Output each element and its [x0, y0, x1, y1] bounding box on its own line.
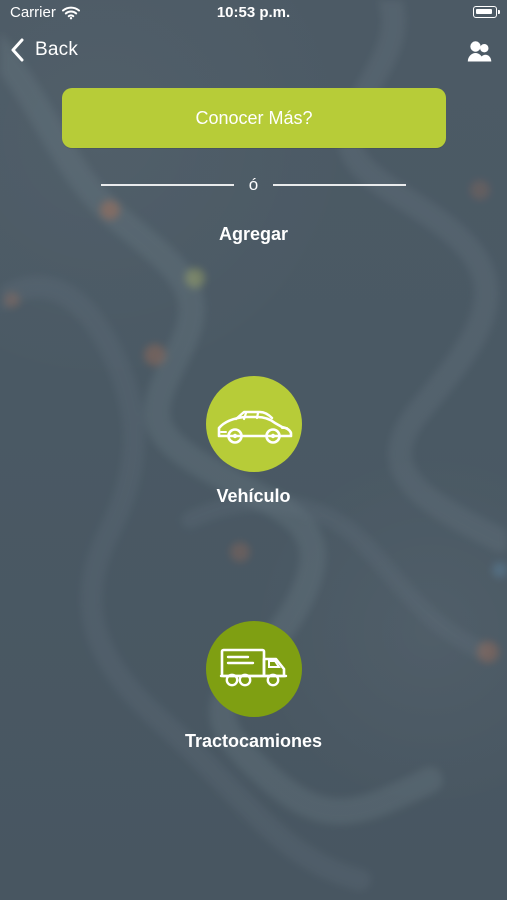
add-label: Agregar: [218, 224, 289, 244]
status-bar: Carrier 10:53 p.m.: [0, 0, 507, 28]
learn-more-button[interactable]: Conocer Más?: [62, 88, 446, 148]
divider-right: [273, 184, 406, 186]
battery-icon: [473, 6, 500, 18]
users-icon: [467, 41, 492, 62]
vehicle-button[interactable]: [205, 376, 302, 472]
back-button[interactable]: Back: [10, 38, 78, 62]
car-icon: [217, 410, 292, 444]
back-label: Back: [35, 39, 79, 60]
chevron-left-icon: [11, 38, 24, 62]
learn-more-label: Conocer Más?: [195, 107, 313, 128]
vehicle-option[interactable]: Vehículo: [0, 376, 507, 507]
truck-option[interactable]: Tractocamiones: [0, 621, 507, 752]
vehicle-label[interactable]: Vehículo: [0, 486, 507, 507]
divider-row: ó: [101, 175, 406, 195]
status-time: 10:53 p.m.: [216, 4, 291, 21]
truck-label[interactable]: Tractocamiones: [0, 731, 507, 752]
users-button[interactable]: [465, 38, 493, 66]
top-navigation: Back: [0, 34, 507, 74]
truck-icon: [219, 648, 287, 687]
truck-button[interactable]: [205, 621, 302, 717]
